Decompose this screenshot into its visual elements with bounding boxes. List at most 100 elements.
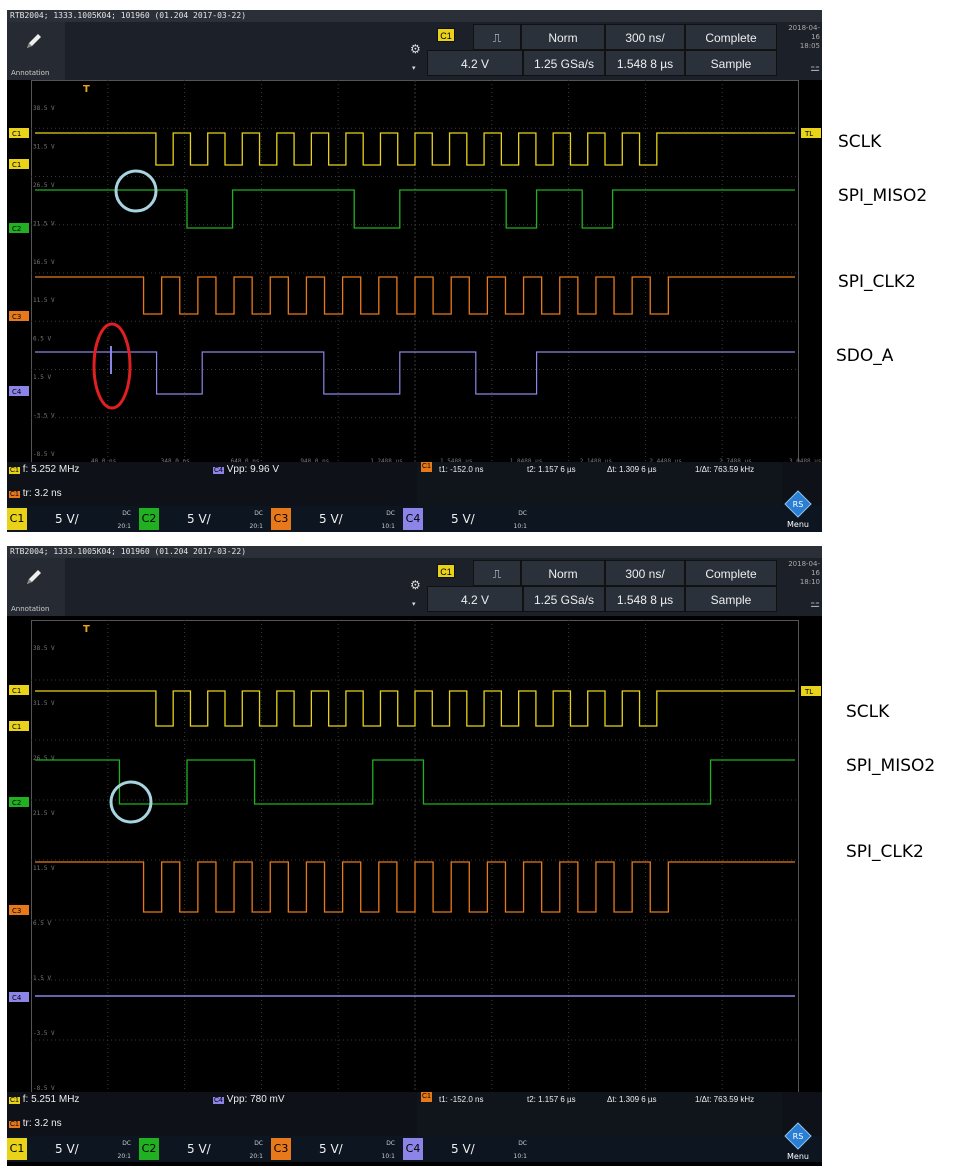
- volt-tick-label: 26.5 V: [33, 182, 55, 189]
- volt-tick-label: -8.5 V: [33, 451, 55, 458]
- trace-marker-label: C3: [12, 907, 21, 915]
- oscilloscope-screen-1: RTB2004; 1333.1005K04; 101960 (01.204 20…: [7, 10, 822, 532]
- measurement-bar: C1 f: 5.252 MHz C4 Vpp: 9.96 V C1 tr: 3.…: [7, 462, 822, 506]
- rs-logo-icon: RS: [784, 490, 812, 518]
- channel-2-label[interactable]: C2: [139, 1138, 159, 1160]
- channel-2-label[interactable]: C2: [139, 508, 159, 530]
- coupling-text: DC: [386, 1140, 395, 1147]
- channel-3-scale[interactable]: 5 V/: [319, 1136, 343, 1162]
- channel-2-coupling: DC 20:1: [239, 510, 263, 530]
- menu-button[interactable]: RS Menu: [778, 490, 818, 530]
- measure-3[interactable]: C1 tr: 3.2 ns: [9, 486, 62, 502]
- coupling-text: DC: [122, 1140, 131, 1147]
- signal-label-clk2-2: SPI_CLK2: [846, 842, 924, 862]
- signal-label-sclk-1: SCLK: [838, 132, 882, 152]
- volt-tick-label: 21.5 V: [33, 220, 55, 227]
- trigger-level-tag-label: TL: [804, 130, 813, 138]
- volt-tick-label: 6.5 V: [33, 336, 51, 343]
- measure-2-value: Vpp: 780 mV: [226, 1094, 285, 1105]
- cursor-inverse-delta: 1/Δt: 763.59 kHz: [695, 465, 755, 474]
- channel-4-coupling: DC 10:1: [503, 510, 527, 530]
- volt-tick-label: 21.5 V: [33, 810, 55, 817]
- channel-1-scale[interactable]: 5 V/: [55, 1136, 79, 1162]
- channel-1-label[interactable]: C1: [7, 508, 27, 530]
- channel-4-label[interactable]: C4: [403, 508, 423, 530]
- cursor-delta: Δt: 1.309 6 µs: [607, 465, 657, 474]
- channel-bar: C1 5 V/DC 20:1 C2 5 V/DC 20:1 C3 5 V/DC 10:1 C4 5 …: [7, 506, 822, 532]
- channel-3-coupling: DC 10:1: [371, 1140, 395, 1160]
- measure-1[interactable]: C1 f: 5.252 MHz: [9, 462, 79, 478]
- volt-tick-label: 38.5 V: [33, 645, 55, 652]
- cursor-t2: t2: 1.157 6 µs: [527, 1095, 576, 1104]
- channel-4-scale[interactable]: 5 V/: [451, 506, 475, 532]
- trigger-position-marker: T: [83, 84, 90, 95]
- menu-button[interactable]: RS Menu: [778, 1122, 818, 1162]
- channel-2-scale[interactable]: 5 V/: [187, 1136, 211, 1162]
- measure-2[interactable]: C4 Vpp: 9.96 V: [213, 462, 279, 478]
- probe-ratio-text: 10:1: [513, 1153, 527, 1160]
- signal-label-sdo-1: SDO_A: [836, 346, 894, 366]
- channel-3-scale[interactable]: 5 V/: [319, 506, 343, 532]
- coupling-text: DC: [518, 1140, 527, 1147]
- measure-3-badge: C1: [9, 1121, 20, 1128]
- measure-2-badge: C4: [213, 1097, 224, 1104]
- clk2-trace: [35, 276, 795, 315]
- measure-2[interactable]: C4 Vpp: 780 mV: [213, 1092, 285, 1108]
- trace-marker-label: C4: [12, 388, 22, 396]
- cursor-panel[interactable]: C1 t1: -152.0 ns t2: 1.157 6 µs Δt: 1.30…: [417, 1092, 782, 1136]
- volt-tick-label: -3.5 V: [33, 1030, 55, 1037]
- channel-4-coupling: DC 10:1: [503, 1140, 527, 1160]
- measure-3-value: tr: 3.2 ns: [22, 1118, 62, 1129]
- channel-3-label[interactable]: C3: [271, 1138, 291, 1160]
- cursor-t1: t1: -152.0 ns: [439, 465, 484, 474]
- measure-1-value: f: 5.252 MHz: [22, 464, 80, 475]
- waveform-plot: 38.5 V 31.5 V 26.5 V 21.5 V 16.5 V 11.5 V 6.5 …: [9, 80, 822, 466]
- trace-marker-label: C1: [12, 130, 21, 138]
- cursor-t1: t1: -152.0 ns: [439, 1095, 484, 1104]
- volt-tick-label: -3.5 V: [33, 413, 55, 420]
- probe-ratio-text: 20:1: [249, 523, 263, 530]
- cursor-t2: t2: 1.157 6 µs: [527, 465, 576, 474]
- trace-marker-label: C1: [12, 687, 21, 695]
- coupling-text: DC: [122, 510, 131, 517]
- trace-marker-label: C2: [12, 225, 21, 233]
- cursor-inverse-delta: 1/Δt: 763.59 kHz: [695, 1095, 755, 1104]
- measure-3-value: tr: 3.2 ns: [22, 488, 62, 499]
- measure-3[interactable]: C1 tr: 3.2 ns: [9, 1116, 62, 1132]
- channel-1-scale[interactable]: 5 V/: [55, 506, 79, 532]
- probe-ratio-text: 10:1: [381, 1153, 395, 1160]
- trace-marker-label: C4: [12, 994, 22, 1002]
- coupling-text: DC: [254, 510, 263, 517]
- cursor-badge: C1: [421, 1092, 432, 1102]
- cursor-panel[interactable]: C1 t1: -152.0 ns t2: 1.157 6 µs Δt: 1.30…: [417, 462, 782, 506]
- channel-4-label[interactable]: C4: [403, 1138, 423, 1160]
- volt-tick-label: 16.5 V: [33, 259, 55, 266]
- volt-tick-label: -8.5 V: [33, 1085, 55, 1092]
- volt-tick-label: 38.5 V: [33, 105, 55, 112]
- svg-text:RS: RS: [793, 1132, 804, 1141]
- probe-ratio-text: 20:1: [117, 523, 131, 530]
- channel-3-label[interactable]: C3: [271, 508, 291, 530]
- oscilloscope-screen-2: RTB2004; 1333.1005K04; 101960 (01.204 20…: [7, 546, 822, 1166]
- measure-1[interactable]: C1 f: 5.251 MHz: [9, 1092, 79, 1108]
- channel-3-coupling: DC 10:1: [371, 510, 395, 530]
- signal-label-sclk-2: SCLK: [846, 702, 890, 722]
- volt-tick-label: 6.5 V: [33, 920, 51, 927]
- signal-label-clk2-1: SPI_CLK2: [838, 272, 916, 292]
- channel-2-scale[interactable]: 5 V/: [187, 506, 211, 532]
- clk2-trace: [35, 861, 795, 913]
- coupling-text: DC: [518, 510, 527, 517]
- trace-marker-label: C3: [12, 313, 21, 321]
- measure-2-value: Vpp: 9.96 V: [226, 464, 279, 475]
- svg-text:RS: RS: [793, 500, 804, 509]
- coupling-text: DC: [386, 510, 395, 517]
- channel-1-label[interactable]: C1: [7, 1138, 27, 1160]
- probe-ratio-text: 10:1: [381, 523, 395, 530]
- rs-logo-icon: RS: [784, 1122, 812, 1150]
- signal-label-miso-1: SPI_MISO2: [838, 186, 928, 206]
- measure-2-badge: C4: [213, 467, 224, 474]
- channel-4-scale[interactable]: 5 V/: [451, 1136, 475, 1162]
- channel-2-coupling: DC 20:1: [239, 1140, 263, 1160]
- cursor-badge: C1: [421, 462, 432, 472]
- measure-1-badge: C1: [9, 467, 20, 474]
